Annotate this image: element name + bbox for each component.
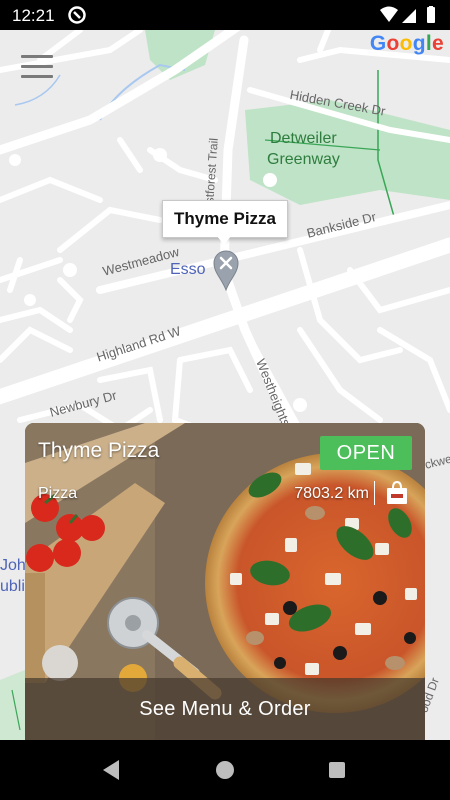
menu-line	[21, 75, 53, 78]
restaurant-distance: 7803.2 km	[294, 485, 369, 502]
menu-line	[21, 55, 53, 58]
divider	[374, 481, 375, 505]
google-attribution: Google	[370, 32, 444, 56]
map-label-place: Joh	[0, 557, 26, 574]
callout-tip	[217, 236, 231, 245]
attribution-letter: e	[432, 32, 444, 55]
menu-line	[21, 65, 53, 68]
hamburger-menu-icon[interactable]	[21, 55, 53, 81]
map-label-park: Detweiler	[270, 130, 337, 147]
poi-label[interactable]: Esso	[170, 261, 206, 279]
attribution-letter: g	[412, 32, 426, 55]
attribution-letter: o	[399, 32, 413, 55]
status-badge: OPEN	[320, 436, 412, 470]
status-bar: 12:21	[0, 0, 450, 30]
system-status-icons	[380, 6, 435, 23]
status-time: 12:21	[12, 6, 55, 25]
see-menu-order-button[interactable]: See Menu & Order	[25, 678, 425, 740]
nav-home-icon[interactable]	[216, 761, 234, 779]
shopping-bag-icon	[387, 480, 407, 504]
map-pin-icon[interactable]	[212, 249, 240, 291]
attribution-letter: o	[386, 32, 400, 55]
restaurant-name: Thyme Pizza	[38, 439, 160, 462]
attribution-letter: G	[369, 32, 387, 55]
restaurant-card[interactable]: Thyme Pizza OPEN Pizza 7803.2 km See Men…	[25, 423, 425, 740]
marker-callout[interactable]: Thyme Pizza	[162, 200, 288, 238]
map-label-park: Greenway	[267, 151, 340, 168]
navigation-bar	[0, 740, 450, 800]
map-label-place: ubli	[0, 578, 25, 595]
nav-back-icon[interactable]	[101, 759, 121, 781]
restaurant-category: Pizza	[38, 485, 78, 502]
notification-icon	[68, 6, 86, 24]
nav-recent-icon[interactable]	[329, 762, 345, 778]
